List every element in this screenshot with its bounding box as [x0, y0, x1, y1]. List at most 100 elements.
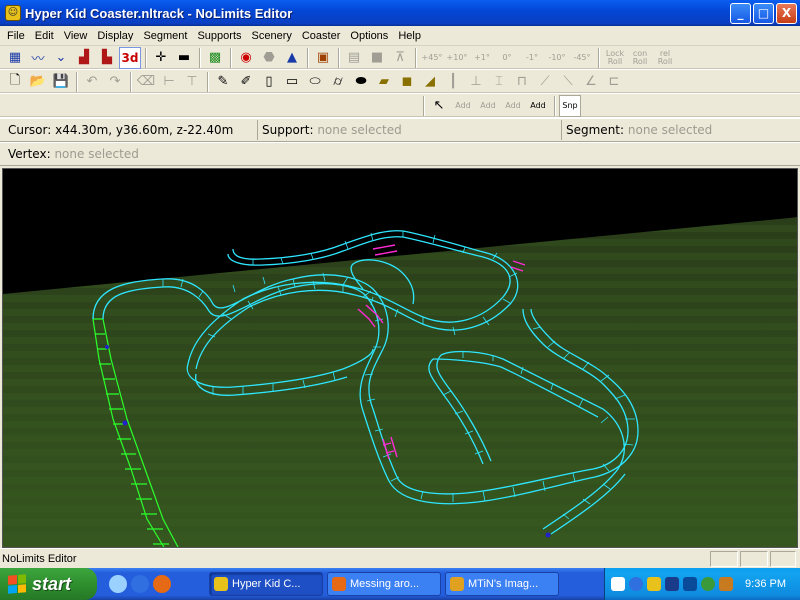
start-button[interactable]: start [0, 568, 97, 600]
cursor-status-row: Cursor: x44.30m, y36.60m, z-22.40m Suppo… [0, 118, 800, 142]
con-roll-button[interactable]: con Roll [628, 47, 652, 69]
slope-icon[interactable]: ⟋ [534, 71, 556, 93]
toolbar-separator [207, 71, 209, 92]
add-element-button-3[interactable]: Add [501, 95, 525, 117]
add-node-icon[interactable]: ✛ [150, 47, 172, 69]
menu-edit[interactable]: Edit [30, 30, 59, 42]
support-join-icon[interactable]: ⊢ [158, 71, 180, 93]
block-icon[interactable]: ◼ [396, 71, 418, 93]
show-desktop-icon[interactable] [109, 575, 127, 593]
menu-view[interactable]: View [59, 30, 93, 42]
roll-plus10-button[interactable]: +10° [445, 47, 469, 69]
rel-roll-button[interactable]: rel Roll [653, 47, 677, 69]
track-nodes-icon[interactable]: ▦ [4, 47, 26, 69]
bend-icon[interactable]: ⌄ [50, 47, 72, 69]
taskbar-item-firefox[interactable]: Messing aro... [327, 572, 441, 596]
menu-supports[interactable]: Supports [192, 30, 246, 42]
close-button[interactable]: X [776, 3, 797, 24]
menu-scenery[interactable]: Scenery [247, 30, 297, 42]
taskbar-item-label: Hyper Kid C... [232, 578, 301, 590]
save-file-icon[interactable]: 💾 [50, 71, 72, 93]
curve-icon[interactable]: 〰 [27, 47, 49, 69]
stop-icon[interactable]: ⬣ [258, 47, 280, 69]
add-element-button-2[interactable]: Add [476, 95, 500, 117]
roll-minus45-button[interactable]: -45° [570, 47, 594, 69]
grid-disabled-icon[interactable]: ▤ [343, 47, 365, 69]
frame-icon[interactable]: ⊓ [511, 71, 533, 93]
toolbar-separator [554, 95, 556, 116]
security-icon[interactable] [647, 577, 661, 591]
toolbar-separator [130, 71, 132, 92]
menu-file[interactable]: File [2, 30, 30, 42]
taskbar-item-images[interactable]: MTiN's Imag... [445, 572, 559, 596]
add-element-button-1[interactable]: Add [451, 95, 475, 117]
support-eraser-icon[interactable]: ⌫ [135, 71, 157, 93]
menu-options[interactable]: Options [345, 30, 393, 42]
add-element-button-4[interactable]: Add [526, 95, 550, 117]
app-status-text: NoLimits Editor [2, 552, 77, 565]
toolbar-supports: 🗋 📂 💾 ↶ ↷ ⌫ ⊢ ⊤ ✎ ✐ ▯ ▭ ⬭ ⌭ ⬬ ▰ ◼ ◢ ┃ ⊥ … [0, 70, 800, 94]
angle-icon[interactable]: ∠ [580, 71, 602, 93]
undo-icon[interactable]: ↶ [81, 71, 103, 93]
open-file-icon[interactable]: 📂 [27, 71, 49, 93]
roll-minus10-button[interactable]: -10° [545, 47, 569, 69]
fill-disabled-icon[interactable]: ■ [366, 47, 388, 69]
catwalk-icon[interactable]: ⊏ [603, 71, 625, 93]
menu-segment[interactable]: Segment [138, 30, 192, 42]
maximize-button[interactable]: □ [753, 3, 774, 24]
menu-coaster[interactable]: Coaster [297, 30, 346, 42]
vertex-label: Vertex: [8, 147, 51, 161]
3d-view-button[interactable]: 3d [119, 46, 141, 69]
minimize-button[interactable]: _ [730, 3, 751, 24]
tube-wide-icon[interactable]: ⬭ [304, 71, 326, 93]
coaster-icon[interactable]: ▙ [96, 47, 118, 69]
menu-display[interactable]: Display [92, 30, 138, 42]
roll-plus45-button[interactable]: +45° [420, 47, 444, 69]
monitor-icon[interactable] [683, 577, 697, 591]
menu-help[interactable]: Help [393, 30, 426, 42]
cylinder-wide-icon[interactable]: ⬬ [350, 71, 372, 93]
update-icon[interactable] [701, 577, 715, 591]
snap-button[interactable]: Snp [559, 94, 581, 117]
help-icon[interactable] [611, 577, 625, 591]
redo-icon[interactable]: ↷ [104, 71, 126, 93]
3d-viewport[interactable] [2, 168, 798, 548]
ground-stripes [3, 217, 797, 547]
taskbar-item-nolimits[interactable]: Hyper Kid C... [209, 572, 323, 596]
select-cursor-icon[interactable]: ↖ [428, 95, 450, 117]
ramp-icon[interactable]: ⟍ [557, 71, 579, 93]
post-icon[interactable]: ┃ [442, 71, 464, 93]
toolbar-separator [338, 47, 340, 68]
footer-icon[interactable]: ⊥ [465, 71, 487, 93]
beam-icon[interactable]: ▰ [373, 71, 395, 93]
pyramid-icon[interactable]: ▲ [281, 47, 303, 69]
image-viewer-icon [450, 577, 464, 591]
train-icon[interactable]: ▟ [73, 47, 95, 69]
lock-roll-button[interactable]: Lock Roll [603, 47, 627, 69]
pencil-double-icon[interactable]: ✐ [235, 71, 257, 93]
cylinder-icon[interactable]: ⌭ [327, 71, 349, 93]
network-icon[interactable] [665, 577, 679, 591]
roll-plus1-button[interactable]: +1° [470, 47, 494, 69]
expand-tray-icon[interactable] [629, 577, 643, 591]
traffic-light-icon[interactable]: ◉ [235, 47, 257, 69]
tube-medium-icon[interactable]: ▭ [281, 71, 303, 93]
pencil-icon[interactable]: ✎ [212, 71, 234, 93]
toolbar-separator [230, 47, 232, 68]
roll-minus1-button[interactable]: -1° [520, 47, 544, 69]
segment-value: none selected [627, 123, 713, 137]
roll-zero-button[interactable]: 0° [495, 47, 519, 69]
new-file-icon[interactable]: 🗋 [4, 71, 26, 93]
vertex-readout: Vertex: none selected [4, 144, 143, 164]
block-brake-icon[interactable]: ▣ [312, 47, 334, 69]
stairs-icon[interactable]: ⌶ [488, 71, 510, 93]
volume-icon[interactable] [719, 577, 733, 591]
terrain-disabled-icon[interactable]: ⊼ [389, 47, 411, 69]
remove-node-icon[interactable]: ▬ [173, 47, 195, 69]
support-tie-icon[interactable]: ⊤ [181, 71, 203, 93]
firefox-icon[interactable] [153, 575, 171, 593]
internet-explorer-icon[interactable] [131, 575, 149, 593]
tube-thin-icon[interactable]: ▯ [258, 71, 280, 93]
grid-icon[interactable]: ▩ [204, 47, 226, 69]
wedge-icon[interactable]: ◢ [419, 71, 441, 93]
